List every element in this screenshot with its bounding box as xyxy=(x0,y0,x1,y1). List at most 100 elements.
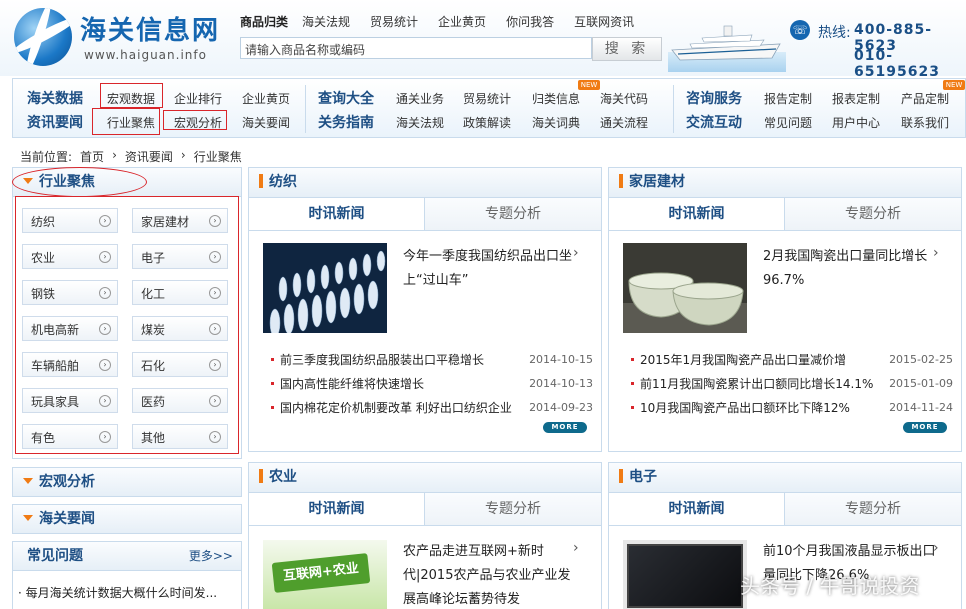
arrow-right-icon: › xyxy=(99,431,111,443)
feature-headline[interactable]: 今年一季度我国纺织品出口坐上“过山车” xyxy=(403,245,583,293)
logo-globe-icon[interactable] xyxy=(14,8,72,66)
feature-headline[interactable]: 2月我国陶瓷出口量同比增长96.7% xyxy=(763,245,943,293)
breadcrumb-home[interactable]: 首页 xyxy=(80,148,104,165)
top-nav-item-regulations[interactable]: 海关法规 xyxy=(302,13,350,30)
nav-group-interaction[interactable]: 交流互动 xyxy=(686,112,742,132)
nav-item-user-center[interactable]: 用户中心 xyxy=(832,114,880,131)
news-row[interactable]: 国内高性能纤维将快速增长 2014-10-13 xyxy=(263,374,593,394)
category-toys-furniture[interactable]: 玩具家具 › xyxy=(22,388,118,413)
internet-agriculture-image[interactable]: 互联网+农业 xyxy=(263,540,387,609)
nav-group-query[interactable]: 查询大全 xyxy=(318,88,374,108)
nav-item-faq[interactable]: 常见问题 xyxy=(764,114,812,131)
top-nav-item-classification[interactable]: 商品归类 xyxy=(240,13,288,30)
customs-news-panel-header[interactable]: 海关要闻 xyxy=(12,504,242,534)
category-nonferrous[interactable]: 有色 › xyxy=(22,424,118,449)
tab-news[interactable]: 时讯新闻 xyxy=(609,493,785,525)
panel-header[interactable]: 电子 xyxy=(609,463,961,493)
image-caption: 互联网+农业 xyxy=(271,553,371,593)
nav-item-product-custom[interactable]: 产品定制 xyxy=(901,90,949,107)
category-home-building[interactable]: 家居建材 › xyxy=(132,208,228,233)
news-row[interactable]: 国内棉花定价机制要改革 利好出口纺织企业 2014-09-23 xyxy=(263,398,593,418)
news-title: 2015年1月我国陶瓷产品出口量减价增 xyxy=(640,353,847,367)
tab-news[interactable]: 时讯新闻 xyxy=(249,198,425,230)
panel-textile: 纺织 时讯新闻 专题分析 今年一季度我国纺织品出口坐上“过山车” › 前三季度我… xyxy=(248,167,602,452)
nav-item-regulations[interactable]: 海关法规 xyxy=(396,114,444,131)
nav-item-enterprise-ranking[interactable]: 企业排行 xyxy=(174,90,222,107)
news-row[interactable]: 前11月我国陶瓷累计出口额同比增长14.1% 2015-01-09 xyxy=(623,374,953,394)
macro-panel-header[interactable]: 宏观分析 xyxy=(12,467,242,497)
breadcrumb: 当前位置: 首页 › 资讯要闻 › 行业聚焦 xyxy=(20,148,242,165)
category-vehicles-ships[interactable]: 车辆船舶 › xyxy=(22,352,118,377)
site-logo-text[interactable]: 海关信息网 xyxy=(80,10,220,47)
nav-item-trade-stats[interactable]: 贸易统计 xyxy=(463,90,511,107)
category-steel[interactable]: 钢铁 › xyxy=(22,280,118,305)
search-input[interactable]: 请输入商品名称或编码 xyxy=(240,37,592,59)
news-date: 2015-02-25 xyxy=(889,353,953,366)
tab-analysis[interactable]: 专题分析 xyxy=(425,493,601,525)
tab-news[interactable]: 时讯新闻 xyxy=(609,198,785,230)
nav-item-yellow-pages[interactable]: 企业黄页 xyxy=(242,90,290,107)
ceramic-bowls-image[interactable] xyxy=(623,243,747,333)
tab-analysis[interactable]: 专题分析 xyxy=(425,198,601,230)
tab-news[interactable]: 时讯新闻 xyxy=(249,493,425,525)
category-petrochemical[interactable]: 石化 › xyxy=(132,352,228,377)
category-agriculture[interactable]: 农业 › xyxy=(22,244,118,269)
panel-header[interactable]: 农业 xyxy=(249,463,601,493)
top-nav-item-qa[interactable]: 你问我答 xyxy=(506,13,554,30)
feature-headline[interactable]: 农产品走进互联网+新时代|2015农产品与农业产业发展高峰论坛蓄势待发 xyxy=(403,540,583,609)
faq-item-text: 每月海关统计数据大概什么时间发... xyxy=(25,586,218,600)
nav-item-clearance-flow[interactable]: 通关流程 xyxy=(600,114,648,131)
bullet-icon xyxy=(631,406,634,409)
search-button[interactable]: 搜 索 xyxy=(592,37,662,61)
macro-panel-title: 宏观分析 xyxy=(39,474,95,490)
category-label: 机电高新 xyxy=(31,323,80,337)
category-coal[interactable]: 煤炭 › xyxy=(132,316,228,341)
tab-analysis[interactable]: 专题分析 xyxy=(785,198,961,230)
arrow-right-icon: › xyxy=(209,395,221,407)
nav-item-policy[interactable]: 政策解读 xyxy=(463,114,511,131)
category-mechatronics[interactable]: 机电高新 › xyxy=(22,316,118,341)
category-medicine[interactable]: 医药 › xyxy=(132,388,228,413)
nav-item-classification-info[interactable]: 归类信息 xyxy=(532,90,580,107)
top-nav-item-internet-news[interactable]: 互联网资讯 xyxy=(574,13,634,30)
nav-item-sheet-custom[interactable]: 报表定制 xyxy=(832,90,880,107)
faq-panel-header: 常见问题 更多>> xyxy=(12,541,242,571)
panel-header[interactable]: 纺织 xyxy=(249,168,601,198)
more-button[interactable]: MORE xyxy=(543,422,587,433)
nav-item-contact[interactable]: 联系我们 xyxy=(901,114,949,131)
top-nav-item-yellow-pages[interactable]: 企业黄页 xyxy=(438,13,486,30)
category-electronics[interactable]: 电子 › xyxy=(132,244,228,269)
faq-more-link[interactable]: 更多>> xyxy=(189,542,233,570)
news-row[interactable]: 2015年1月我国陶瓷产品出口量减价增 2015-02-25 xyxy=(623,350,953,370)
panel-home-building: 家居建材 时讯新闻 专题分析 2月我国陶瓷出口量同比增长96.7% › 2015… xyxy=(608,167,962,452)
breadcrumb-news[interactable]: 资讯要闻 xyxy=(125,148,173,165)
nav-group-guide[interactable]: 关务指南 xyxy=(318,112,374,132)
category-other[interactable]: 其他 › xyxy=(132,424,228,449)
more-button[interactable]: MORE xyxy=(903,422,947,433)
lcd-panel-image[interactable] xyxy=(623,540,747,609)
panel-title: 电子 xyxy=(629,469,657,485)
news-row[interactable]: 10月我国陶瓷产品出口额环比下降12% 2014-11-24 xyxy=(623,398,953,418)
nav-item-clearance[interactable]: 通关业务 xyxy=(396,90,444,107)
nav-group-news[interactable]: 资讯要闻 xyxy=(27,112,83,132)
nav-item-dictionary[interactable]: 海关词典 xyxy=(532,114,580,131)
nav-item-report-custom[interactable]: 报告定制 xyxy=(764,90,812,107)
nav-item-customs-code[interactable]: 海关代码 xyxy=(600,90,648,107)
category-chemical[interactable]: 化工 › xyxy=(132,280,228,305)
category-textile[interactable]: 纺织 › xyxy=(22,208,118,233)
nav-item-customs-news[interactable]: 海关要闻 xyxy=(242,114,290,131)
faq-item[interactable]: · 每月海关统计数据大概什么时间发... xyxy=(18,584,217,601)
top-nav-item-trade-stats[interactable]: 贸易统计 xyxy=(370,13,418,30)
news-row[interactable]: 前三季度我国纺织品服装出口平稳增长 2014-10-15 xyxy=(263,350,593,370)
phone-icon: ☏ xyxy=(790,20,810,40)
tab-analysis[interactable]: 专题分析 xyxy=(785,493,961,525)
highlight-ellipse xyxy=(12,167,147,197)
nav-group-customs-data[interactable]: 海关数据 xyxy=(27,88,83,108)
panel-marker-icon xyxy=(259,469,263,483)
news-date: 2014-10-15 xyxy=(529,353,593,366)
top-nav: 商品归类 海关法规 贸易统计 企业黄页 你问我答 互联网资讯 xyxy=(240,13,654,30)
nav-group-consulting[interactable]: 咨询服务 xyxy=(686,88,742,108)
textile-spools-image[interactable] xyxy=(263,243,387,333)
panel-header[interactable]: 家居建材 xyxy=(609,168,961,198)
panel-tabs: 时讯新闻 专题分析 xyxy=(249,493,601,526)
